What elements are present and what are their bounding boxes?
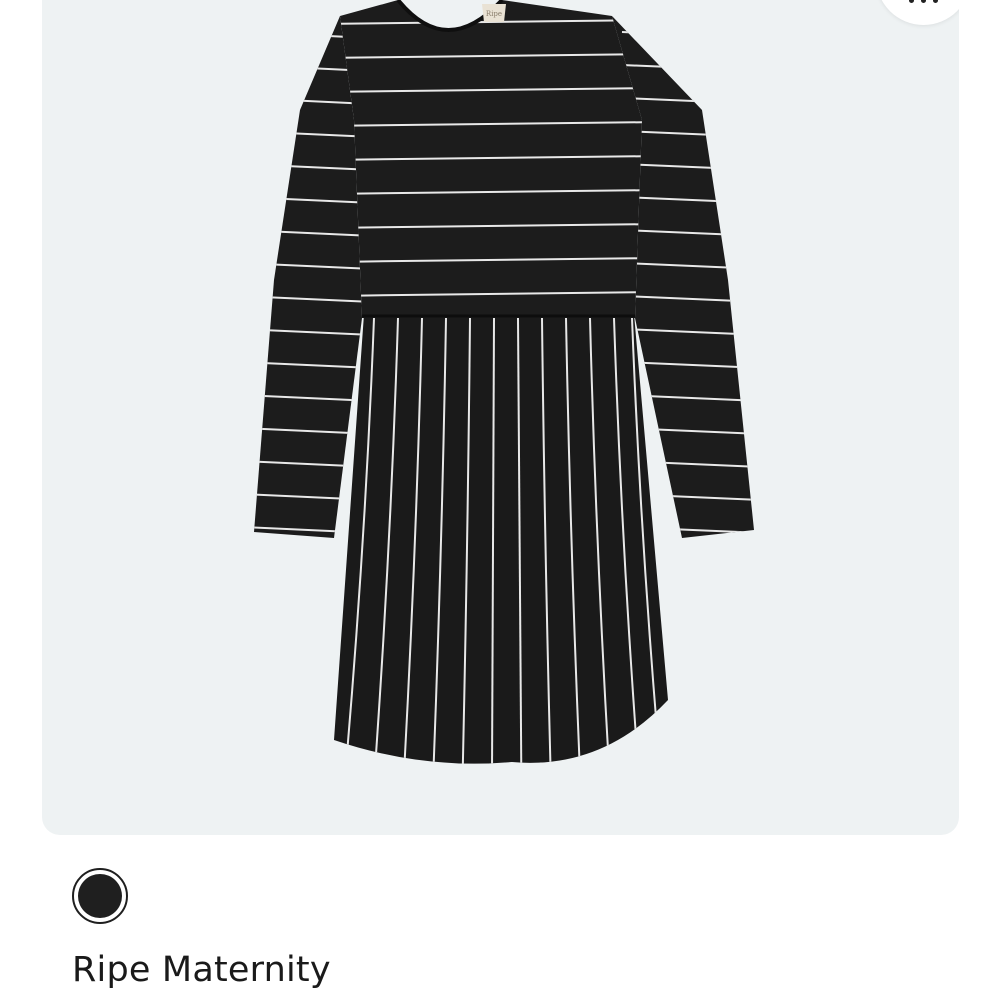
svg-text:Ripe: Ripe	[486, 10, 502, 18]
striped-dress-image: Ripe	[254, 0, 754, 764]
product-image-card[interactable]: Ripe	[42, 0, 959, 835]
color-swatch-black[interactable]	[72, 868, 128, 924]
brand-name[interactable]: Ripe Maternity	[72, 950, 331, 990]
swatch-color-fill	[78, 874, 122, 918]
product-page: Ripe Ripe Maternity	[0, 0, 1000, 1000]
color-swatches	[72, 868, 128, 924]
more-options-icon	[909, 0, 938, 3]
